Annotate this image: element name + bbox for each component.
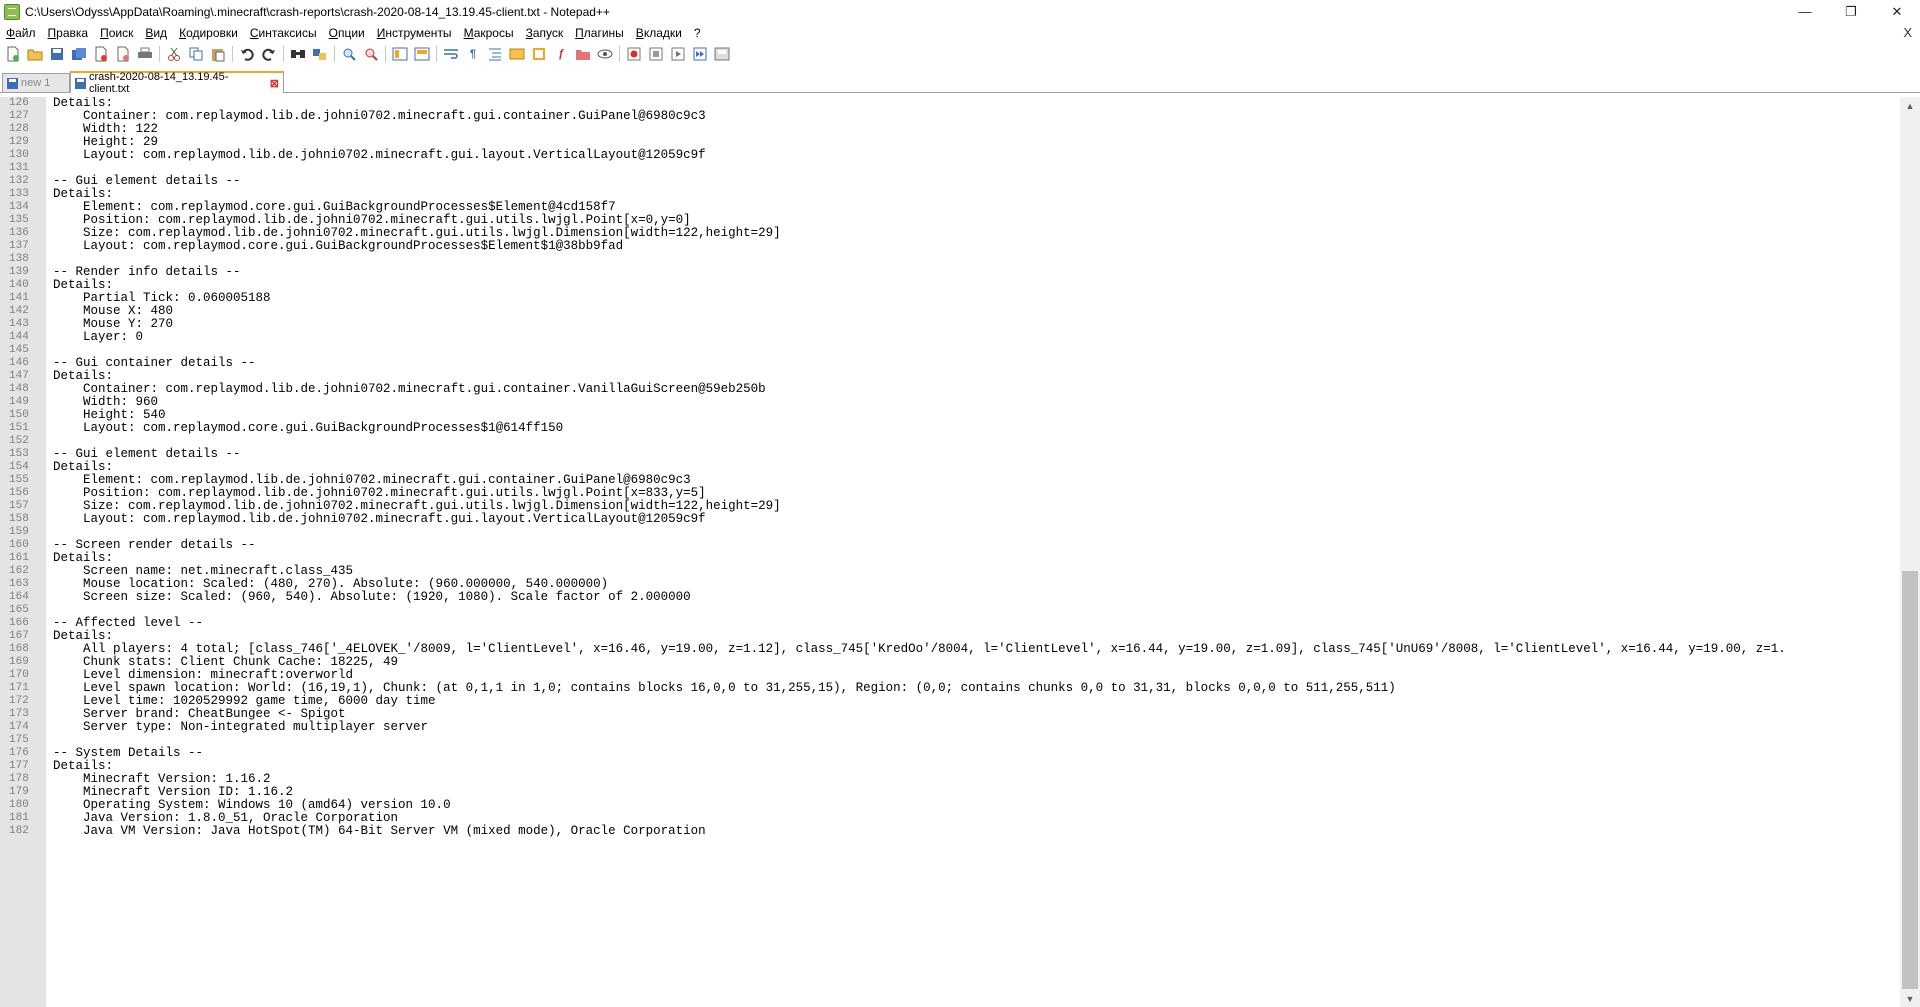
maximize-button[interactable]: ❐	[1828, 0, 1874, 23]
word-wrap-icon[interactable]	[442, 45, 460, 63]
text-editor[interactable]: 126 Details: 127 Container: com.replaymod.…	[0, 97, 1900, 1007]
play-macro-icon[interactable]	[669, 45, 687, 63]
minimize-button[interactable]: —	[1782, 0, 1828, 23]
saved-file-icon	[7, 77, 18, 89]
new-file-icon[interactable]	[4, 45, 22, 63]
window-title: C:\Users\Odyss\AppData\Roaming\.minecraf…	[25, 4, 610, 19]
menu-encoding[interactable]: Кодировки	[173, 26, 244, 40]
toolbar-separator	[283, 46, 284, 62]
scroll-down-button[interactable]: ▼	[1900, 990, 1920, 1007]
udl-icon[interactable]	[508, 45, 526, 63]
sync-horizontal-icon[interactable]	[413, 45, 431, 63]
menu-macro[interactable]: Макросы	[458, 26, 520, 40]
close-icon[interactable]	[92, 45, 110, 63]
save-macro-icon[interactable]	[713, 45, 731, 63]
function-list-icon[interactable]: ƒ	[552, 45, 570, 63]
menu-search[interactable]: Поиск	[94, 26, 139, 40]
undo-icon[interactable]	[238, 45, 256, 63]
window-controls: — ❐ ✕	[1782, 0, 1920, 23]
save-all-icon[interactable]	[70, 45, 88, 63]
cut-icon[interactable]	[165, 45, 183, 63]
tab-bar: new 1 crash-2020-08-14_13.19.45-client.t…	[0, 71, 1920, 95]
open-file-icon[interactable]	[26, 45, 44, 63]
folder-workspace-icon[interactable]	[574, 45, 592, 63]
zoom-out-icon[interactable]	[362, 45, 380, 63]
replace-icon[interactable]	[311, 45, 329, 63]
menu-plugins[interactable]: Плагины	[569, 26, 630, 40]
tab-label: crash-2020-08-14_13.19.45-client.txt	[89, 71, 229, 95]
menu-run[interactable]: Запуск	[520, 26, 570, 40]
tab-label: new 1	[21, 77, 51, 89]
copy-icon[interactable]	[187, 45, 205, 63]
menu-file[interactable]: Файл	[0, 26, 42, 40]
menu-tools[interactable]: Инструменты	[371, 26, 458, 40]
tab-new-1[interactable]: new 1	[2, 73, 70, 92]
menu-view[interactable]: Вид	[139, 26, 173, 40]
saved-file-icon	[75, 77, 86, 89]
monitoring-icon[interactable]	[596, 45, 614, 63]
editor-line[interactable]: 182 Java VM Version: Java HotSpot(TM) 64…	[0, 823, 1900, 839]
line-number: 182	[9, 825, 29, 837]
redo-icon[interactable]	[260, 45, 278, 63]
run-macro-multiple-icon[interactable]	[691, 45, 709, 63]
toolbar-separator	[619, 46, 620, 62]
toolbar-separator	[385, 46, 386, 62]
notepad-plus-plus-icon	[4, 3, 20, 20]
print-icon[interactable]	[136, 45, 154, 63]
line-text: Java VM Version: Java HotSpot(TM) 64-Bit…	[53, 824, 706, 838]
menu-help[interactable]: ?	[688, 26, 707, 40]
scrollbar-thumb[interactable]	[1902, 571, 1918, 989]
zoom-in-icon[interactable]	[340, 45, 358, 63]
menu-bar: Файл Правка Поиск Вид Кодировки Синтакси…	[0, 23, 1920, 43]
indent-guide-icon[interactable]	[486, 45, 504, 63]
record-macro-icon[interactable]	[625, 45, 643, 63]
paste-icon[interactable]	[209, 45, 227, 63]
sync-vertical-icon[interactable]	[391, 45, 409, 63]
menu-window[interactable]: Вкладки	[630, 26, 688, 40]
close-window-button[interactable]: ✕	[1874, 0, 1920, 23]
close-document-button[interactable]: X	[1903, 25, 1912, 40]
doc-map-icon[interactable]	[530, 45, 548, 63]
toolbar: ¶ ƒ	[0, 43, 1920, 65]
title-bar: C:\Users\Odyss\AppData\Roaming\.minecraf…	[0, 0, 1920, 23]
vertical-scrollbar[interactable]: ▲ ▼	[1900, 97, 1920, 1007]
menu-settings[interactable]: Опции	[323, 26, 371, 40]
tab-close-icon[interactable]: ⊠	[270, 77, 279, 90]
menu-edit[interactable]: Правка	[42, 26, 95, 40]
stop-record-icon[interactable]	[647, 45, 665, 63]
toolbar-separator	[334, 46, 335, 62]
tab-crash-report[interactable]: crash-2020-08-14_13.19.45-client.txt ⊠	[70, 71, 284, 95]
show-all-chars-icon[interactable]: ¶	[464, 45, 482, 63]
scroll-up-button[interactable]: ▲	[1900, 97, 1920, 114]
toolbar-separator	[436, 46, 437, 62]
save-icon[interactable]	[48, 45, 66, 63]
find-icon[interactable]	[289, 45, 307, 63]
menu-language[interactable]: Синтаксисы	[244, 26, 323, 40]
toolbar-separator	[232, 46, 233, 62]
close-all-icon[interactable]	[114, 45, 132, 63]
toolbar-separator	[159, 46, 160, 62]
